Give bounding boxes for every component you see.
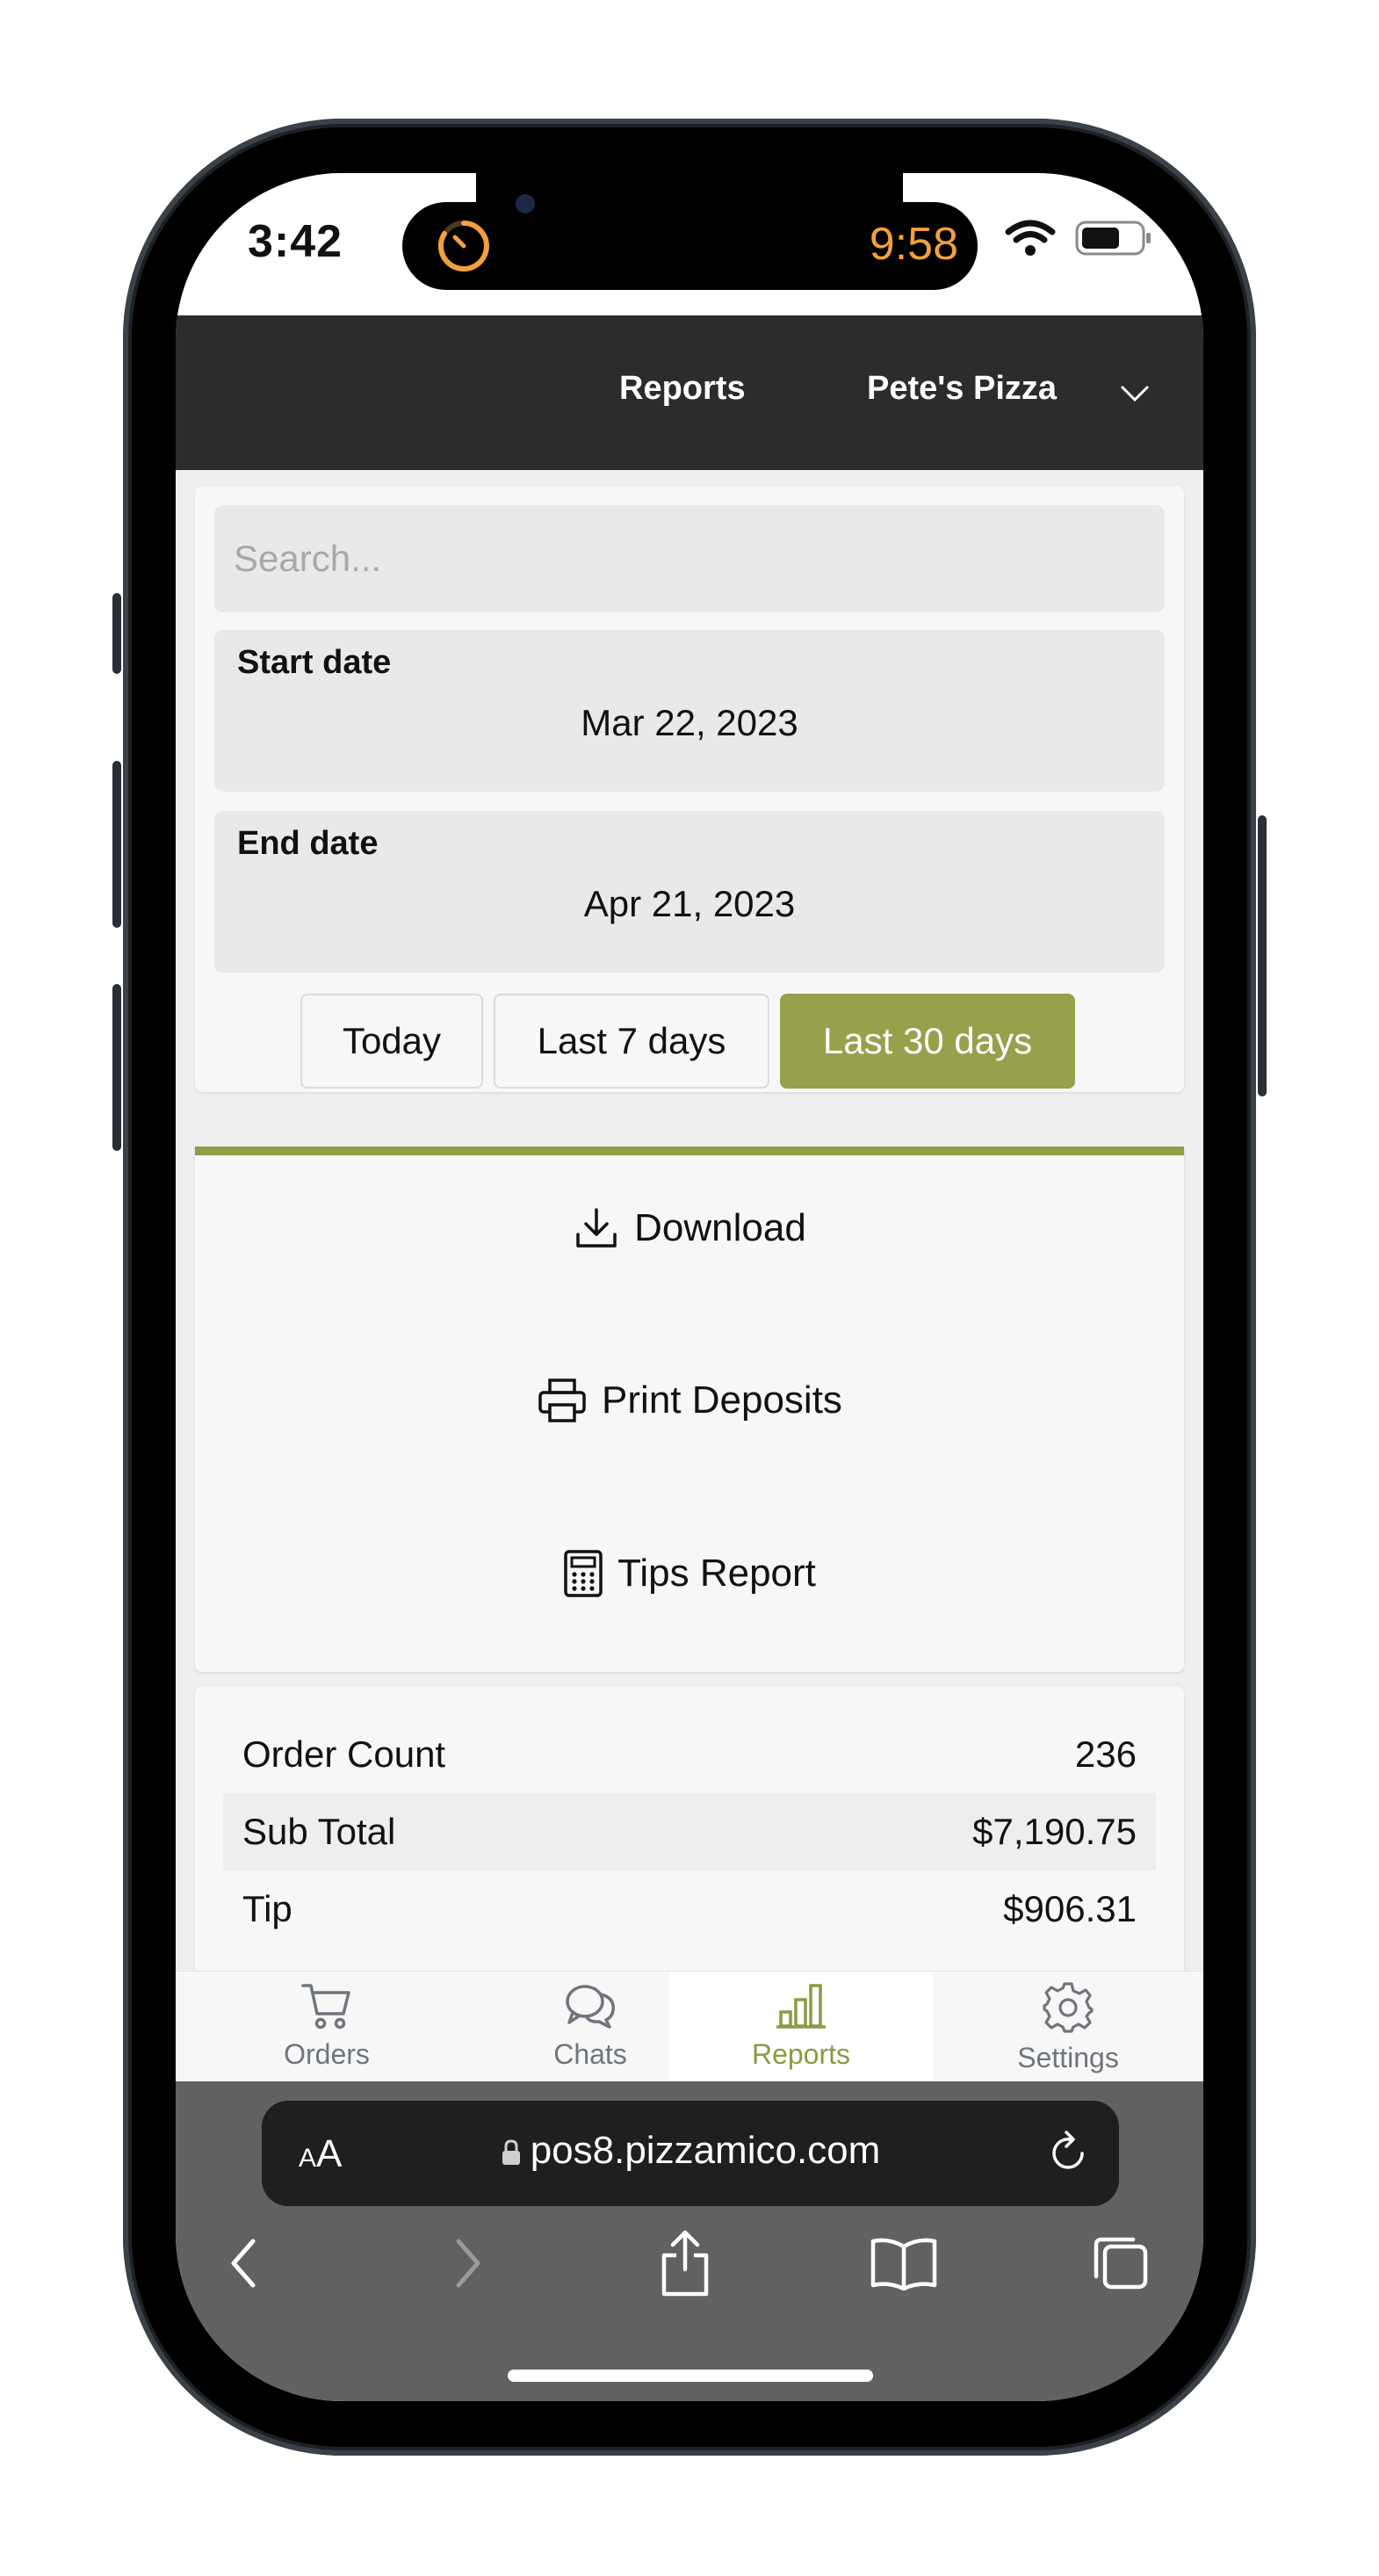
- lock-icon: [502, 2139, 520, 2166]
- back-icon[interactable]: [227, 2234, 262, 2292]
- address-bar[interactable]: AA pos8.pizzamico.com: [262, 2101, 1119, 2206]
- last-7-days-button[interactable]: Last 7 days: [494, 994, 769, 1089]
- print-deposits-button[interactable]: Print Deposits: [195, 1377, 1184, 1424]
- gear-icon: [1043, 1982, 1094, 2033]
- download-button[interactable]: Download: [195, 1205, 1184, 1252]
- tabs-icon[interactable]: [1089, 2234, 1151, 2292]
- last-30-days-button[interactable]: Last 30 days: [780, 994, 1075, 1089]
- battery-icon: [1075, 221, 1151, 256]
- print-deposits-label: Print Deposits: [602, 1378, 842, 1422]
- cart-icon: [301, 1984, 350, 2030]
- power-button: [1258, 815, 1267, 1096]
- timer-readout: 9:58: [869, 219, 958, 270]
- start-date-field[interactable]: Start date Mar 22, 2023: [214, 630, 1165, 792]
- timer-icon: [437, 221, 489, 271]
- tab-settings-label: Settings: [1017, 2042, 1119, 2073]
- browser-toolbar: AA pos8.pizzamico.com: [176, 2081, 1203, 2401]
- chevron-down-icon[interactable]: [1119, 384, 1151, 403]
- tab-chats-label: Chats: [553, 2038, 627, 2070]
- wifi-icon: [1005, 220, 1056, 256]
- end-date-value: Apr 21, 2023: [583, 883, 796, 924]
- filters-card: Start date Mar 22, 2023 End date Apr 21,…: [195, 486, 1184, 1092]
- store-selector[interactable]: Pete's Pizza: [867, 370, 1057, 408]
- actions-card: Download Print Deposits Tips Report: [195, 1147, 1184, 1672]
- action-button: [112, 593, 121, 674]
- tips-report-button[interactable]: Tips Report: [195, 1549, 1184, 1598]
- tab-reports[interactable]: Reports: [669, 1972, 933, 2082]
- start-date-value: Mar 22, 2023: [581, 702, 798, 743]
- download-label: Download: [634, 1206, 806, 1249]
- screen: 3:42 9:58 Reports Pete's Pizza Search...…: [176, 173, 1203, 2401]
- status-bar: 3:42 9:58: [176, 173, 1203, 315]
- chat-icon: [566, 1985, 615, 2029]
- calculator-icon: [564, 1550, 603, 1597]
- tab-orders-label: Orders: [284, 2038, 370, 2070]
- top-nav: Reports Pete's Pizza: [176, 315, 1203, 470]
- summary-row-tip: Tip $906.31: [223, 1870, 1156, 1948]
- status-icons: [1005, 219, 1152, 257]
- dynamic-island[interactable]: 9:58: [402, 202, 978, 290]
- search-input[interactable]: [214, 505, 1165, 612]
- front-camera: [516, 194, 535, 213]
- summary-row-order-count: Order Count 236: [223, 1716, 1156, 1793]
- url-text: pos8.pizzamico.com: [530, 2129, 881, 2172]
- home-indicator[interactable]: [508, 2370, 873, 2382]
- end-date-label: End date: [237, 825, 379, 862]
- bottom-tab-bar: Orders Chats Reports Settings: [176, 1971, 1203, 2082]
- volume-down-button: [112, 984, 121, 1151]
- forward-icon[interactable]: [450, 2234, 485, 2292]
- tips-report-label: Tips Report: [617, 1552, 816, 1595]
- browser-nav-icons: [176, 2230, 1203, 2313]
- status-time: 3:42: [248, 216, 343, 267]
- nav-reports-link[interactable]: Reports: [619, 370, 746, 408]
- bar-chart-icon: [776, 1984, 826, 2029]
- url-display[interactable]: pos8.pizzamico.com: [262, 2129, 1119, 2173]
- summary-label: Order Count: [242, 1733, 446, 1775]
- reload-icon[interactable]: [1047, 2129, 1089, 2174]
- download-icon: [576, 1208, 617, 1248]
- summary-value: $906.31: [1003, 1888, 1137, 1929]
- summary-value: 236: [1074, 1733, 1137, 1775]
- content-area[interactable]: Start date Mar 22, 2023 End date Apr 21,…: [176, 470, 1203, 2146]
- end-date-field[interactable]: End date Apr 21, 2023: [214, 811, 1165, 973]
- start-date-label: Start date: [237, 644, 392, 681]
- bookmarks-icon[interactable]: [870, 2234, 938, 2292]
- summary-value: $7,190.75: [972, 1811, 1137, 1852]
- share-icon[interactable]: [657, 2227, 713, 2299]
- tab-orders[interactable]: Orders: [195, 1972, 458, 2082]
- tab-reports-label: Reports: [751, 2038, 851, 2070]
- summary-label: Sub Total: [242, 1811, 396, 1852]
- summary-row-sub-total: Sub Total $7,190.75: [223, 1793, 1156, 1870]
- tab-settings[interactable]: Settings: [936, 1972, 1200, 2082]
- volume-up-button: [112, 761, 121, 928]
- printer-icon: [538, 1378, 586, 1422]
- summary-label: Tip: [242, 1888, 292, 1929]
- today-button[interactable]: Today: [300, 994, 483, 1089]
